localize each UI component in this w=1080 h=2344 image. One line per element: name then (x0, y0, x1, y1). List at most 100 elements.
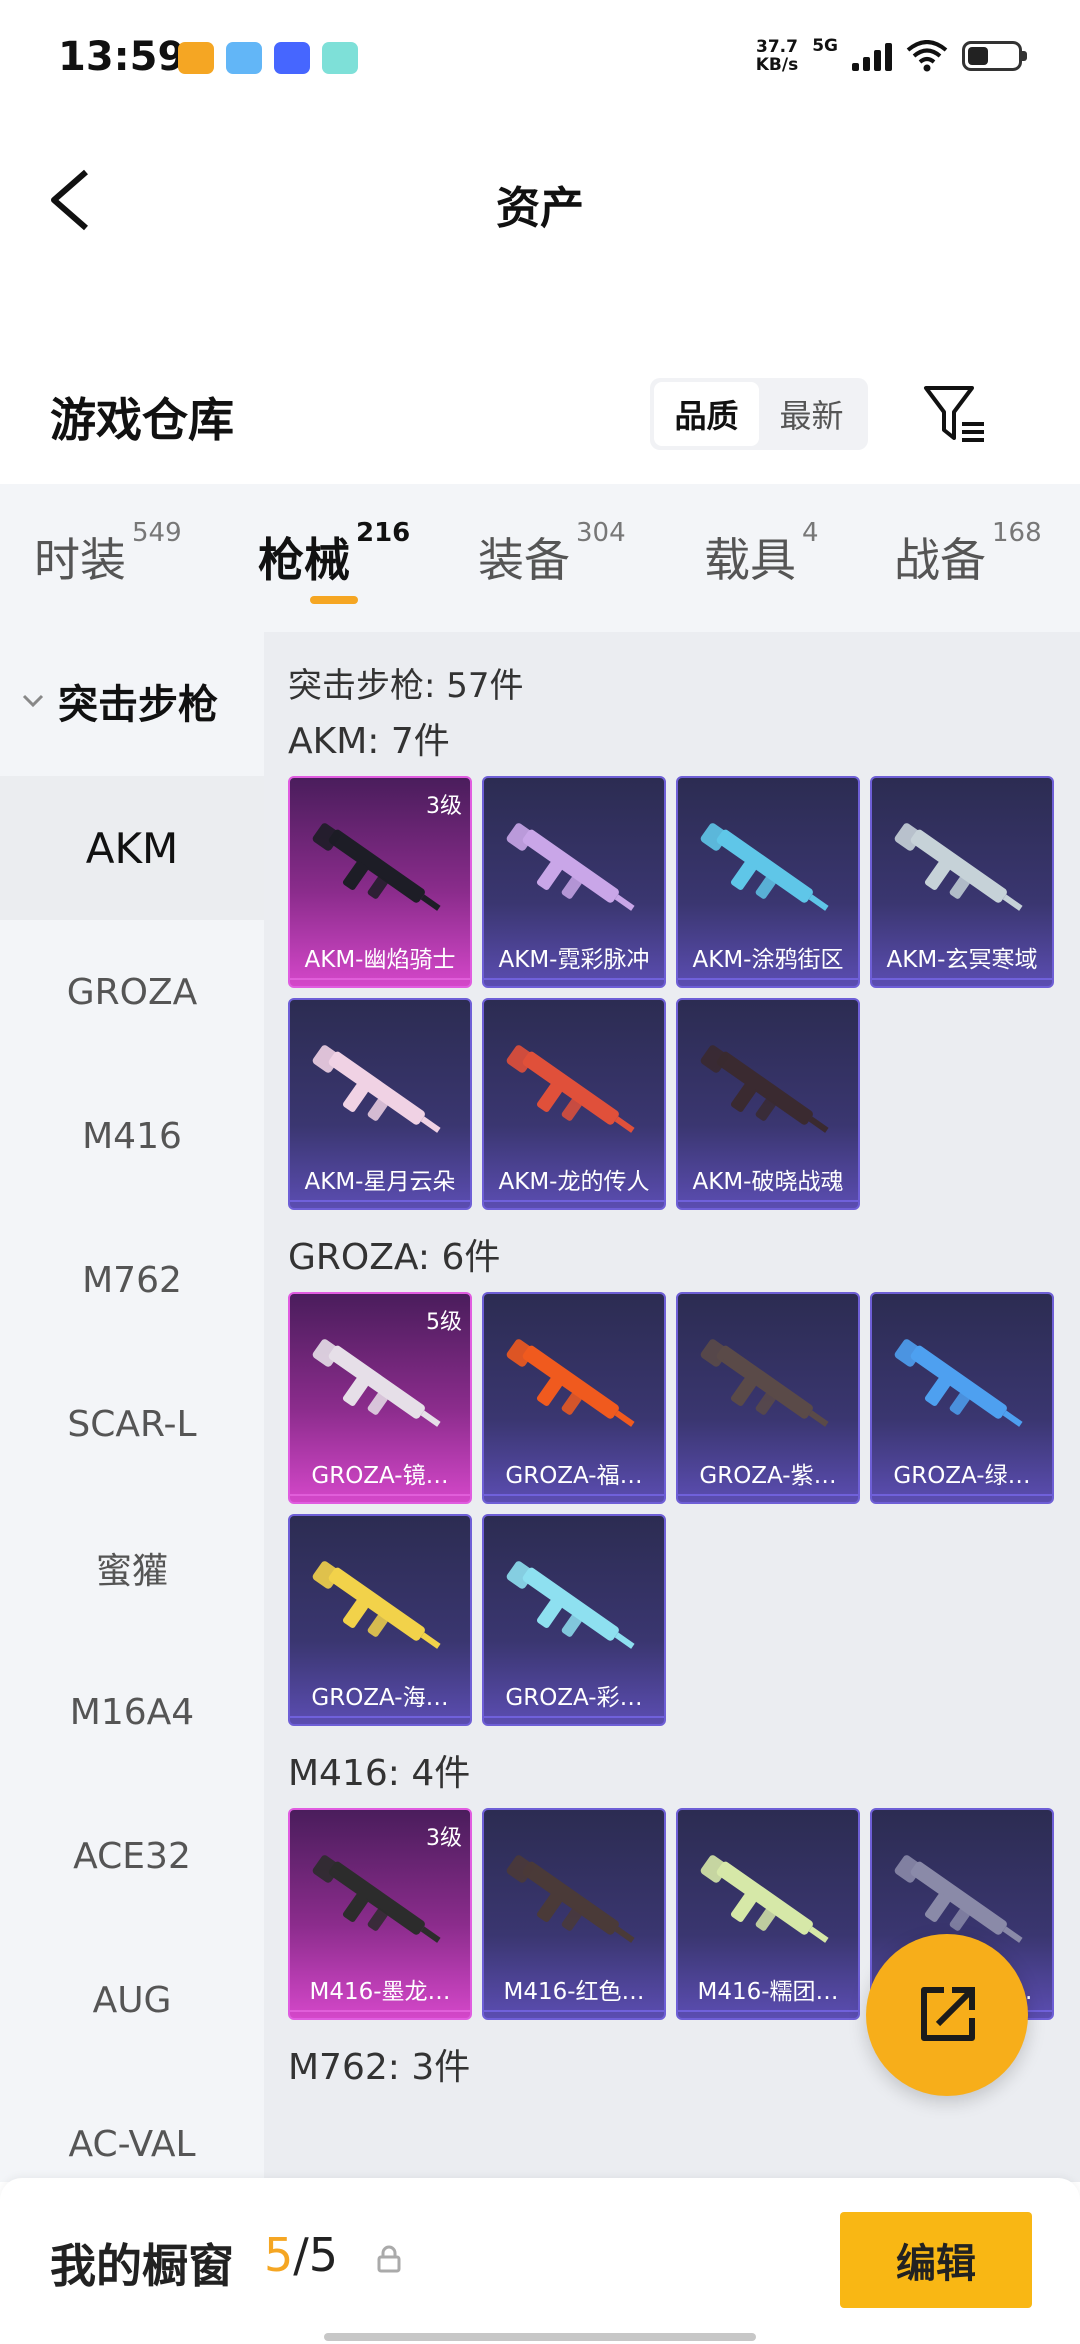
rifle-icon (506, 1855, 635, 1943)
tab-count: 4 (802, 518, 819, 548)
sidenav-group-assault-rifles[interactable]: 突击步枪 (20, 672, 218, 730)
skin-card[interactable]: 3级 M416-墨龙… (288, 1808, 472, 2020)
showcase-separator: / (293, 2228, 309, 2282)
category-total: 突击步枪: 57件 (288, 666, 524, 706)
tab-supplies[interactable]: 战备 168 (894, 518, 1042, 590)
tab-equipment[interactable]: 装备 304 (478, 518, 626, 590)
skin-name: AKM-星月云朵 (290, 1162, 470, 1202)
sidenav-item-akm[interactable]: AKM (0, 776, 264, 920)
skin-card[interactable]: GROZA-海… (288, 1514, 472, 1726)
rifle-icon (894, 1339, 1023, 1427)
tab-label: 战备 (894, 533, 986, 587)
showcase-label: 我的橱窗 (50, 2239, 234, 2293)
skin-name: M416-糯团… (678, 1972, 858, 2012)
sidenav-group-label: 突击步枪 (58, 682, 218, 728)
sidenav-item-ace32[interactable]: ACE32 (0, 1784, 264, 1928)
status-app-icons (178, 42, 358, 74)
skin-name: GROZA-福… (484, 1456, 664, 1496)
app-notification-icon (274, 42, 310, 74)
filter-icon[interactable] (920, 382, 990, 448)
rifle-icon (312, 823, 441, 911)
skin-card[interactable]: AKM-破晓战魂 (676, 998, 860, 1210)
chevron-down-icon (22, 694, 44, 708)
sort-newest-button[interactable]: 最新 (759, 382, 864, 446)
skin-card[interactable]: AKM-玄冥寒域 (870, 776, 1054, 988)
status-right: 37.7 KB/s 5G (756, 36, 1027, 74)
sidenav-item-aug[interactable]: AUG (0, 1928, 264, 2072)
rifle-icon (506, 823, 635, 911)
skin-level: 5级 (426, 1310, 462, 1335)
skin-card[interactable]: AKM-霓彩脉冲 (482, 776, 666, 988)
skin-name: GROZA-镜… (290, 1456, 470, 1496)
skin-card[interactable]: GROZA-绿… (870, 1292, 1054, 1504)
network-type: 5G (812, 36, 838, 56)
skin-name: AKM-涂鸦街区 (678, 940, 858, 980)
group-title: M416: 4件 (288, 1753, 471, 1794)
tab-count: 549 (132, 518, 182, 548)
home-indicator (324, 2333, 756, 2341)
signal-icon (852, 41, 892, 71)
showcase-count: 5/5 (264, 2228, 338, 2282)
rifle-icon (700, 1339, 829, 1427)
share-button[interactable] (866, 1934, 1028, 2096)
app-notification-icon (322, 42, 358, 74)
tab-guns[interactable]: 枪械 216 (258, 518, 410, 590)
sidenav-item-groza[interactable]: GROZA (0, 920, 264, 1064)
skin-name: GROZA-紫… (678, 1456, 858, 1496)
group-title: AKM: 7件 (288, 721, 450, 762)
skin-card[interactable]: 5级 GROZA-镜… (288, 1292, 472, 1504)
skin-level: 3级 (426, 1826, 462, 1851)
rifle-icon (700, 823, 829, 911)
rifle-icon (312, 1561, 441, 1649)
skin-card[interactable]: M416-糯团… (676, 1808, 860, 2020)
header: 资产 (0, 120, 1080, 280)
sidenav-item-m16a4[interactable]: M16A4 (0, 1640, 264, 1784)
skin-name: M416-墨龙… (290, 1972, 470, 2012)
rifle-icon (700, 1045, 829, 1133)
rifle-icon (506, 1339, 635, 1427)
edit-button[interactable]: 编辑 (840, 2212, 1032, 2308)
rifle-icon (700, 1855, 829, 1943)
skin-card[interactable]: AKM-龙的传人 (482, 998, 666, 1210)
skin-card[interactable]: GROZA-福… (482, 1292, 666, 1504)
skin-name: AKM-玄冥寒域 (872, 940, 1052, 980)
sidenav-item-scar-l[interactable]: SCAR-L (0, 1352, 264, 1496)
rifle-icon (506, 1045, 635, 1133)
rifle-icon (506, 1561, 635, 1649)
sidenav-item-m416[interactable]: M416 (0, 1064, 264, 1208)
weapon-sidenav: 突击步枪 AKM GROZA M416 M762 SCAR-L 蜜獾 M16A4… (0, 632, 264, 2182)
skin-card[interactable]: AKM-涂鸦街区 (676, 776, 860, 988)
tab-count: 168 (992, 518, 1042, 548)
tab-label: 载具 (704, 533, 796, 587)
warehouse-title: 游戏仓库 (50, 393, 234, 447)
lock-icon (377, 2245, 401, 2273)
skin-card[interactable]: GROZA-彩… (482, 1514, 666, 1726)
skin-name: M416-红色… (484, 1972, 664, 2012)
group-title: M762: 3件 (288, 2047, 471, 2088)
status-bar: 13:59 37.7 KB/s 5G (0, 0, 1080, 120)
app-notification-icon (226, 42, 262, 74)
speed-unit: KB/s (755, 55, 799, 75)
skin-name: GROZA-海… (290, 1678, 470, 1718)
skin-card[interactable]: M416-红色… (482, 1808, 666, 2020)
skin-name: AKM-龙的传人 (484, 1162, 664, 1202)
app-notification-icon (178, 42, 214, 74)
rifle-icon (894, 823, 1023, 911)
skin-name: AKM-霓彩脉冲 (484, 940, 664, 980)
wifi-icon (906, 40, 948, 72)
sidenav-item-m762[interactable]: M762 (0, 1208, 264, 1352)
sidenav-item-honey-badger[interactable]: 蜜獾 (0, 1496, 264, 1640)
status-time: 13:59 (58, 34, 186, 80)
skin-card[interactable]: AKM-星月云朵 (288, 998, 472, 1210)
category-tabs: 时装 549 枪械 216 装备 304 载具 4 战备 168 (0, 484, 1080, 632)
sort-quality-button[interactable]: 品质 (654, 382, 759, 446)
tab-vehicles[interactable]: 载具 4 (704, 518, 819, 590)
skin-card[interactable]: 3级 AKM-幽焰骑士 (288, 776, 472, 988)
rifle-icon (312, 1045, 441, 1133)
tab-fashion[interactable]: 时装 549 (34, 518, 182, 590)
showcase-used: 5 (264, 2228, 294, 2282)
network-speed: 37.7 KB/s (756, 38, 798, 74)
skin-card[interactable]: GROZA-紫… (676, 1292, 860, 1504)
page-title: 资产 (496, 183, 584, 234)
tab-label: 时装 (34, 533, 126, 587)
